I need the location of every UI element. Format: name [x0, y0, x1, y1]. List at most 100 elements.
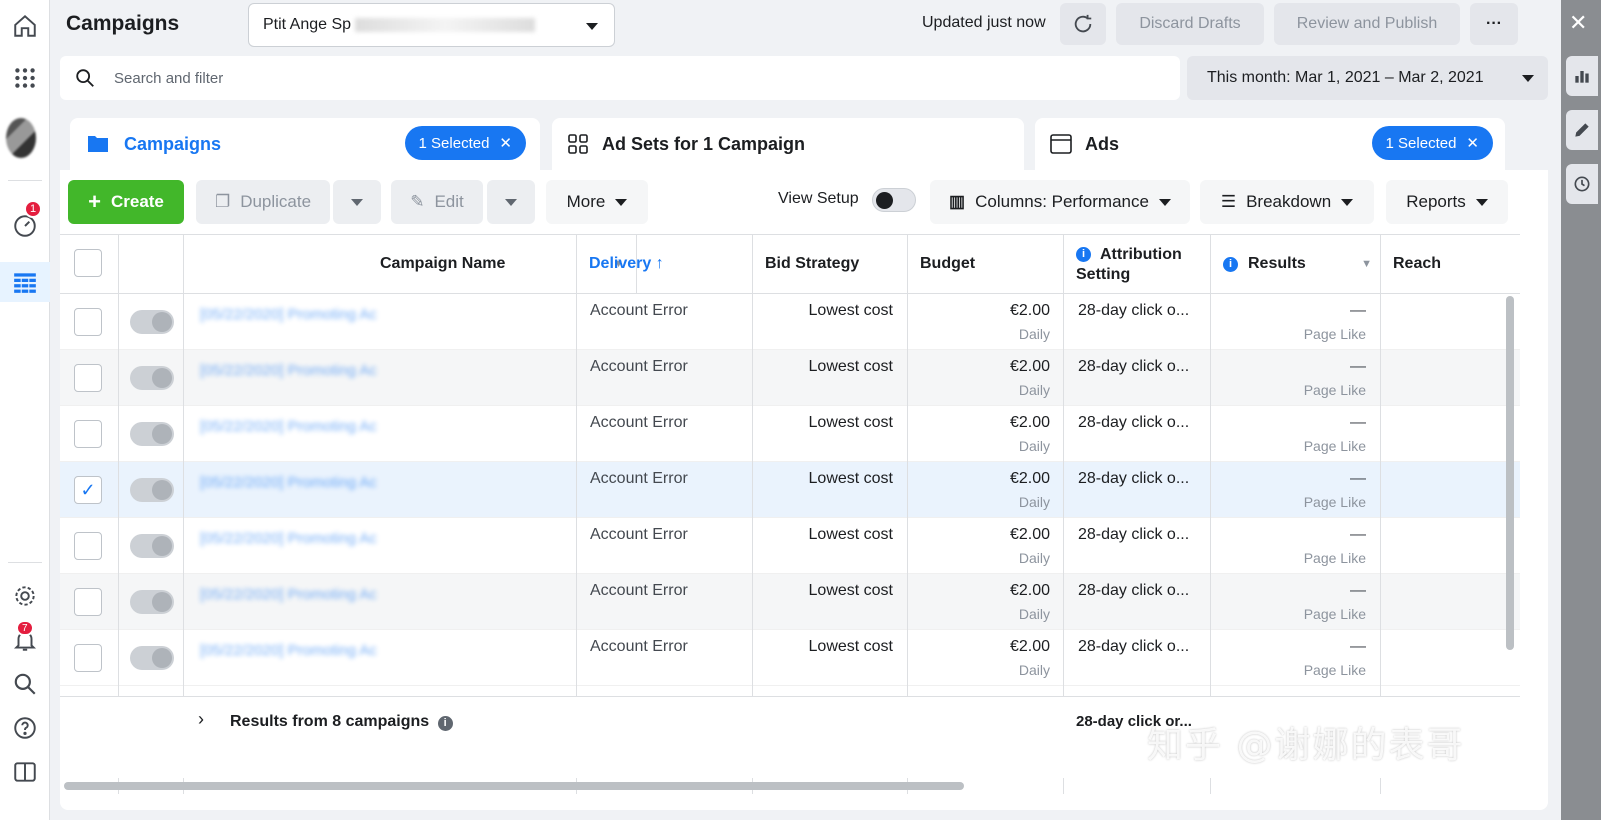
results-summary-label: Results from 8 campaigns [230, 713, 430, 730]
row-checkbox[interactable] [74, 364, 102, 392]
campaign-name-link[interactable]: [05/22/2020] Promoting Ac [200, 418, 458, 438]
pencil-icon[interactable] [1566, 110, 1598, 150]
row-checkbox[interactable] [74, 308, 102, 336]
avatar[interactable] [6, 118, 36, 158]
table-row[interactable]: [05/22/2020] Promoting Ac Account Error … [60, 350, 1520, 406]
settings-gear-icon[interactable] [0, 576, 50, 616]
discard-drafts-button[interactable]: Discard Drafts [1116, 3, 1264, 45]
campaigns-selected-pill[interactable]: 1 Selected ✕ [404, 126, 526, 160]
row-checkbox[interactable] [74, 644, 102, 672]
columns-button[interactable]: ▥ Columns: Performance [930, 180, 1190, 224]
ads-manager-table-icon[interactable] [0, 262, 50, 302]
vertical-scrollbar[interactable] [1506, 296, 1514, 650]
table-row[interactable]: ✓ [05/22/2020] Promoting Ac Account Erro… [60, 462, 1520, 518]
more-options-button[interactable]: ··· [1470, 3, 1518, 45]
refresh-button[interactable] [1060, 3, 1106, 45]
column-bid-strategy[interactable]: Bid Strategy [753, 235, 908, 293]
column-reach[interactable]: Reach [1381, 235, 1520, 293]
edit-dropdown[interactable] [487, 180, 535, 224]
horizontal-scrollbar[interactable] [64, 782, 964, 790]
breakdown-button[interactable]: ☰ Breakdown [1200, 180, 1374, 224]
review-publish-button[interactable]: Review and Publish [1274, 3, 1460, 45]
column-budget[interactable]: Budget [908, 235, 1064, 293]
duplicate-button[interactable]: ❐ Duplicate [196, 180, 330, 224]
reports-label: Reports [1406, 192, 1466, 211]
table-row[interactable]: [05/22/2020] Promoting Ac Account Error … [60, 574, 1520, 630]
table-row[interactable]: [05/22/2020] Promoting Ac Account Error … [60, 406, 1520, 462]
chart-icon[interactable] [1566, 56, 1598, 96]
campaign-name-link[interactable]: [05/22/2020] Promoting Ac [200, 642, 458, 662]
columns-icon: ▥ [949, 192, 966, 211]
table-row[interactable]: [05/22/2020] Promoting Ac Account Error … [60, 630, 1520, 686]
home-icon[interactable] [0, 6, 50, 46]
row-status-toggle[interactable] [130, 422, 174, 446]
tab-ad-sets[interactable]: Ad Sets for 1 Campaign [552, 118, 1024, 170]
more-button[interactable]: More [546, 180, 648, 224]
updated-status: Updated just now [922, 14, 1046, 31]
page-title: Campaigns [66, 12, 180, 35]
help-icon[interactable] [0, 708, 50, 748]
right-panel: ✕ [1561, 0, 1601, 820]
duplicate-dropdown[interactable] [333, 180, 381, 224]
table-row[interactable]: [05/22/2020] Promoting Ac Account Error … [60, 518, 1520, 574]
refresh-icon [1074, 14, 1092, 33]
row-status-toggle[interactable] [130, 366, 174, 390]
create-label: Create [110, 192, 164, 211]
tab-ads[interactable]: Ads 1 Selected ✕ [1035, 118, 1505, 170]
row-status-toggle[interactable] [130, 478, 174, 502]
chevron-down-icon [1475, 198, 1488, 206]
column-results-label: Results [1248, 255, 1306, 272]
more-label: More [566, 192, 606, 211]
top-bar: Campaigns Ptit Ange Sp Updated just now … [50, 0, 1561, 50]
tab-ads-label: Ads [1085, 133, 1120, 154]
account-selector[interactable]: Ptit Ange Sp [248, 3, 615, 47]
table-row[interactable]: [05/22/2020] Promoting Ac Account Error … [60, 294, 1520, 350]
account-id-redacted [355, 18, 536, 32]
row-status-toggle[interactable] [130, 534, 174, 558]
chevron-down-icon [1158, 198, 1171, 206]
close-icon[interactable]: ✕ [1466, 134, 1479, 152]
row-checkbox[interactable]: ✓ [74, 476, 102, 504]
campaigns-selected-count: 1 Selected [418, 134, 490, 152]
campaign-name-link[interactable]: [05/22/2020] Promoting Ac [200, 362, 458, 382]
campaign-name-link[interactable]: [05/22/2020] Promoting Ac [200, 530, 458, 550]
folder-icon [88, 136, 108, 152]
close-icon[interactable]: ✕ [1569, 10, 1587, 36]
column-results[interactable]: i Results ▼ [1211, 235, 1381, 293]
search-bar [60, 56, 1180, 100]
reports-button[interactable]: Reports [1386, 180, 1508, 224]
apps-grid-icon[interactable] [0, 58, 50, 98]
history-clock-icon[interactable] [1566, 164, 1598, 204]
row-checkbox[interactable] [74, 420, 102, 448]
campaign-name-link[interactable]: [05/22/2020] Promoting Ac [200, 586, 458, 606]
tab-campaigns[interactable]: Campaigns 1 Selected ✕ [70, 118, 540, 170]
row-checkbox[interactable] [74, 588, 102, 616]
plus-icon: + [88, 189, 101, 214]
info-icon: i [1223, 256, 1238, 272]
campaign-name-link[interactable]: [05/22/2020] Promoting Ac [200, 474, 458, 494]
column-delivery[interactable]: Delivery ↑ [577, 235, 753, 293]
search-icon[interactable] [0, 664, 50, 704]
date-range-picker[interactable]: This month: Mar 1, 2021 – Mar 2, 2021 [1187, 56, 1548, 100]
expand-chevron-icon[interactable]: › [198, 709, 204, 730]
ads-selected-pill[interactable]: 1 Selected ✕ [1371, 126, 1493, 160]
view-setup-toggle[interactable] [872, 188, 916, 212]
close-icon[interactable]: ✕ [499, 134, 512, 152]
row-status-toggle[interactable] [130, 646, 174, 670]
search-input[interactable] [114, 69, 714, 87]
chevron-down-icon [1341, 198, 1354, 206]
tab-campaigns-label: Campaigns [124, 133, 222, 154]
info-icon: i [437, 715, 453, 731]
ads-badge: 1 [24, 200, 43, 218]
ad-frame-icon [1050, 134, 1072, 154]
breakdown-label: Breakdown [1246, 192, 1332, 211]
column-attribution[interactable]: i Attribution Setting [1064, 235, 1211, 293]
row-status-toggle[interactable] [130, 310, 174, 334]
campaign-name-link[interactable]: [05/22/2020] Promoting Ac [200, 306, 458, 326]
select-all-checkbox[interactable] [74, 249, 102, 277]
row-checkbox[interactable] [74, 532, 102, 560]
create-button[interactable]: + Create [68, 180, 184, 224]
edit-button[interactable]: ✎ Edit [391, 180, 483, 224]
row-status-toggle[interactable] [130, 590, 174, 614]
panel-toggle-icon[interactable] [0, 752, 50, 792]
